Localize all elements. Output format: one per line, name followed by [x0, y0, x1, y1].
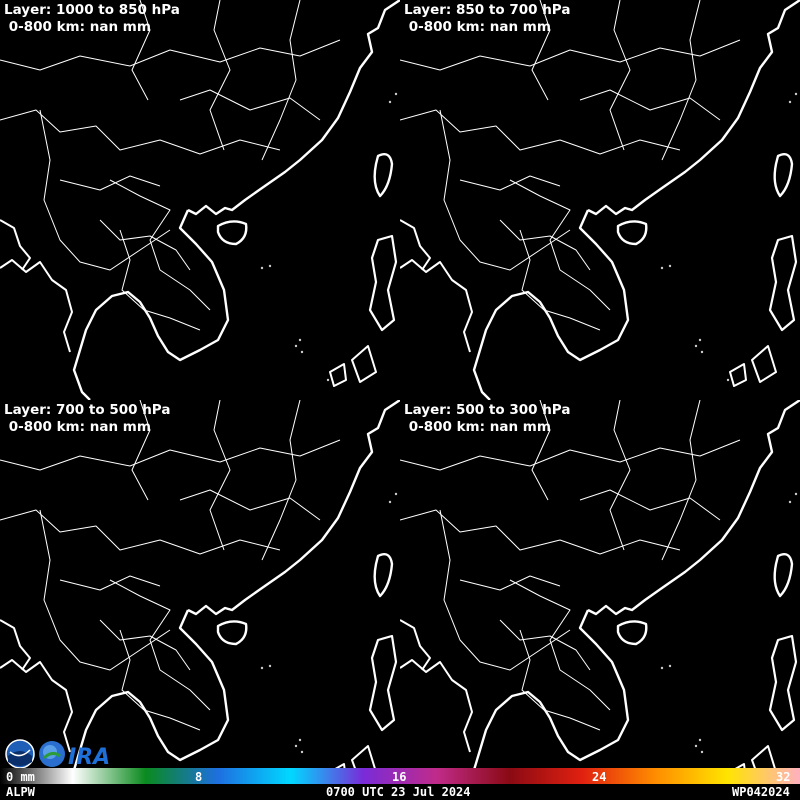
panel-layer-label: Layer: 850 to 700 hPa 0-800 km: nan mm: [404, 2, 571, 35]
map-850-700: [400, 0, 800, 400]
panel-range-label: 0-800 km: nan mm: [4, 19, 151, 35]
panel-1000-850: Layer: 1000 to 850 hPa 0-800 km: nan mm: [0, 0, 400, 400]
panel-layer-label: Layer: 500 to 300 hPa 0-800 km: nan mm: [404, 402, 571, 435]
panel-range-label: 0-800 km: nan mm: [4, 419, 151, 435]
panel-500-300: Layer: 500 to 300 hPa 0-800 km: nan mm: [400, 400, 800, 800]
coastline-borders: [400, 400, 800, 800]
coastline-borders: [400, 0, 800, 400]
noaa-logo: [5, 739, 35, 769]
colorbar-tick-32: 32: [776, 770, 791, 784]
colorbar-tick-0: 0 mm: [6, 770, 35, 784]
panel-range-label: 0-800 km: nan mm: [404, 419, 551, 435]
cira-logo: IRA: [39, 741, 110, 770]
map-500-300: [400, 400, 800, 800]
coastline-borders: [0, 0, 400, 400]
colorbar-tick-8: 8: [195, 770, 203, 784]
panel-layer-label: Layer: 1000 to 850 hPa 0-800 km: nan mm: [4, 2, 180, 35]
panel-850-700: Layer: 850 to 700 hPa 0-800 km: nan mm: [400, 0, 800, 400]
footer-bar: ALPW 0700 UTC 23 Jul 2024 WP042024: [0, 784, 800, 800]
map-1000-850: [0, 0, 400, 400]
colorbar-labels: 0 mm 8 16 24 32: [0, 770, 800, 784]
panel-range-label: 0-800 km: nan mm: [404, 19, 551, 35]
svg-text:IRA: IRA: [68, 745, 110, 770]
valid-time: 0700 UTC 23 Jul 2024: [326, 785, 471, 799]
logos: IRA: [5, 739, 110, 770]
colorbar-tick-16: 16: [392, 770, 407, 784]
colorbar-tick-24: 24: [592, 770, 607, 784]
panel-layer-label: Layer: 700 to 500 hPa 0-800 km: nan mm: [4, 402, 171, 435]
storm-id: WP042024: [732, 785, 790, 799]
alpw-map-figure: Layer: 1000 to 850 hPa 0-800 km: nan mm …: [0, 0, 800, 800]
product-label: ALPW: [6, 785, 35, 799]
